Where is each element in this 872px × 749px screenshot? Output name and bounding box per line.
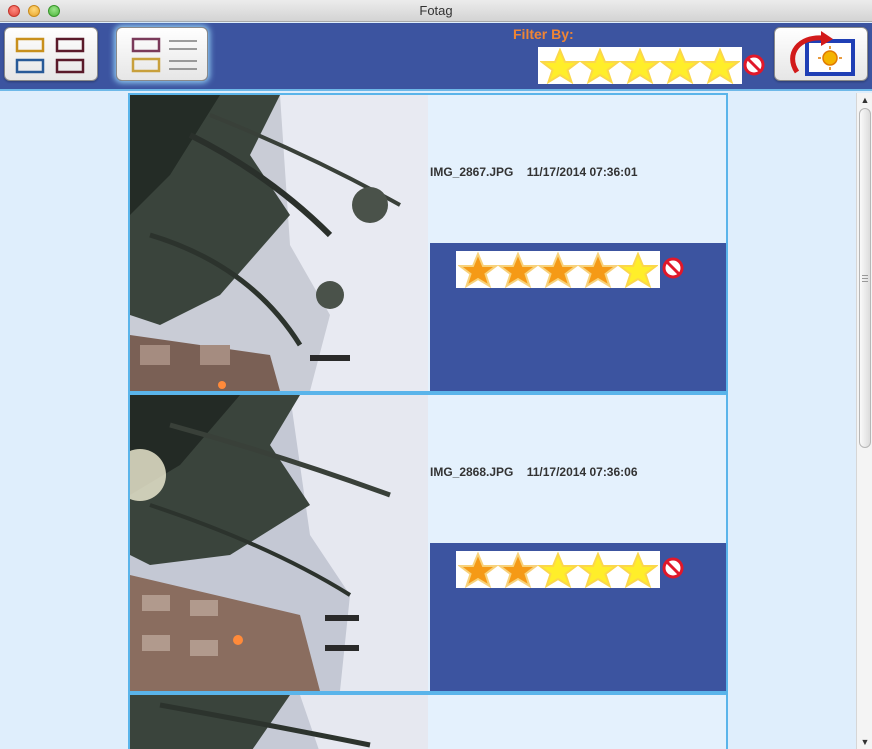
star-filled-icon[interactable] (578, 251, 618, 288)
star-filled-icon[interactable] (458, 251, 498, 288)
photo-info: IMG_2868.JPG 11/17/2014 07:36:06 (430, 395, 726, 543)
star-empty-icon[interactable] (620, 47, 660, 84)
star-empty-icon[interactable] (540, 47, 580, 84)
snow-photo-image (130, 395, 428, 691)
window-title: Fotag (419, 3, 453, 18)
photo-info: IMG_2867.JPG 11/17/2014 07:36:01 (430, 95, 726, 243)
star-filled-icon[interactable] (458, 551, 498, 588)
rating-panel (430, 243, 726, 391)
scroll-down-arrow-icon[interactable]: ▼ (860, 737, 870, 747)
photo-star-rating[interactable] (456, 251, 660, 288)
vertical-scrollbar[interactable]: ▲ ▼ (856, 93, 872, 749)
list-view-icon (131, 37, 197, 73)
snow-photo-image (130, 695, 428, 749)
star-empty-icon[interactable] (580, 47, 620, 84)
photo-row[interactable] (128, 693, 728, 749)
clear-rating-button[interactable] (662, 257, 684, 284)
photo-filename: IMG_2867.JPG 11/17/2014 07:36:01 (430, 165, 638, 179)
star-filled-icon[interactable] (498, 551, 538, 588)
clear-rating-button[interactable] (662, 557, 684, 584)
no-sign-icon (743, 54, 765, 76)
scroll-up-arrow-icon[interactable]: ▲ (860, 95, 870, 105)
rotate-image-button[interactable] (774, 27, 868, 81)
photo-star-rating[interactable] (456, 551, 660, 588)
filter-clear-button[interactable] (743, 54, 765, 81)
snow-photo-image (130, 95, 428, 391)
photo-row[interactable]: IMG_2868.JPG 11/17/2014 07:36:06 (128, 393, 728, 693)
star-empty-icon[interactable] (700, 47, 740, 84)
photo-thumbnail[interactable] (130, 695, 428, 749)
star-empty-icon[interactable] (618, 251, 658, 288)
photo-filename: IMG_2868.JPG 11/17/2014 07:36:06 (430, 465, 638, 479)
photo-thumbnail[interactable] (130, 395, 428, 691)
filter-star-rating[interactable] (538, 47, 742, 84)
star-filled-icon[interactable] (498, 251, 538, 288)
star-empty-icon[interactable] (660, 47, 700, 84)
rating-panel (430, 543, 726, 691)
no-sign-icon (662, 257, 684, 279)
window-titlebar: Fotag (0, 0, 872, 22)
list-view-button[interactable] (116, 27, 208, 81)
photo-row[interactable]: IMG_2867.JPG 11/17/2014 07:36:01 (128, 93, 728, 393)
no-sign-icon (662, 557, 684, 579)
star-empty-icon[interactable] (538, 551, 578, 588)
grid-view-button[interactable] (4, 27, 98, 81)
toolbar: Filter By: (0, 23, 872, 91)
filter-by-label: Filter By: (513, 26, 574, 42)
grid-view-icon (15, 37, 85, 74)
photo-thumbnail[interactable] (130, 95, 428, 391)
star-filled-icon[interactable] (538, 251, 578, 288)
star-empty-icon[interactable] (618, 551, 658, 588)
scroll-thumb[interactable] (859, 108, 871, 448)
rotate-image-icon (790, 31, 855, 76)
star-empty-icon[interactable] (578, 551, 618, 588)
